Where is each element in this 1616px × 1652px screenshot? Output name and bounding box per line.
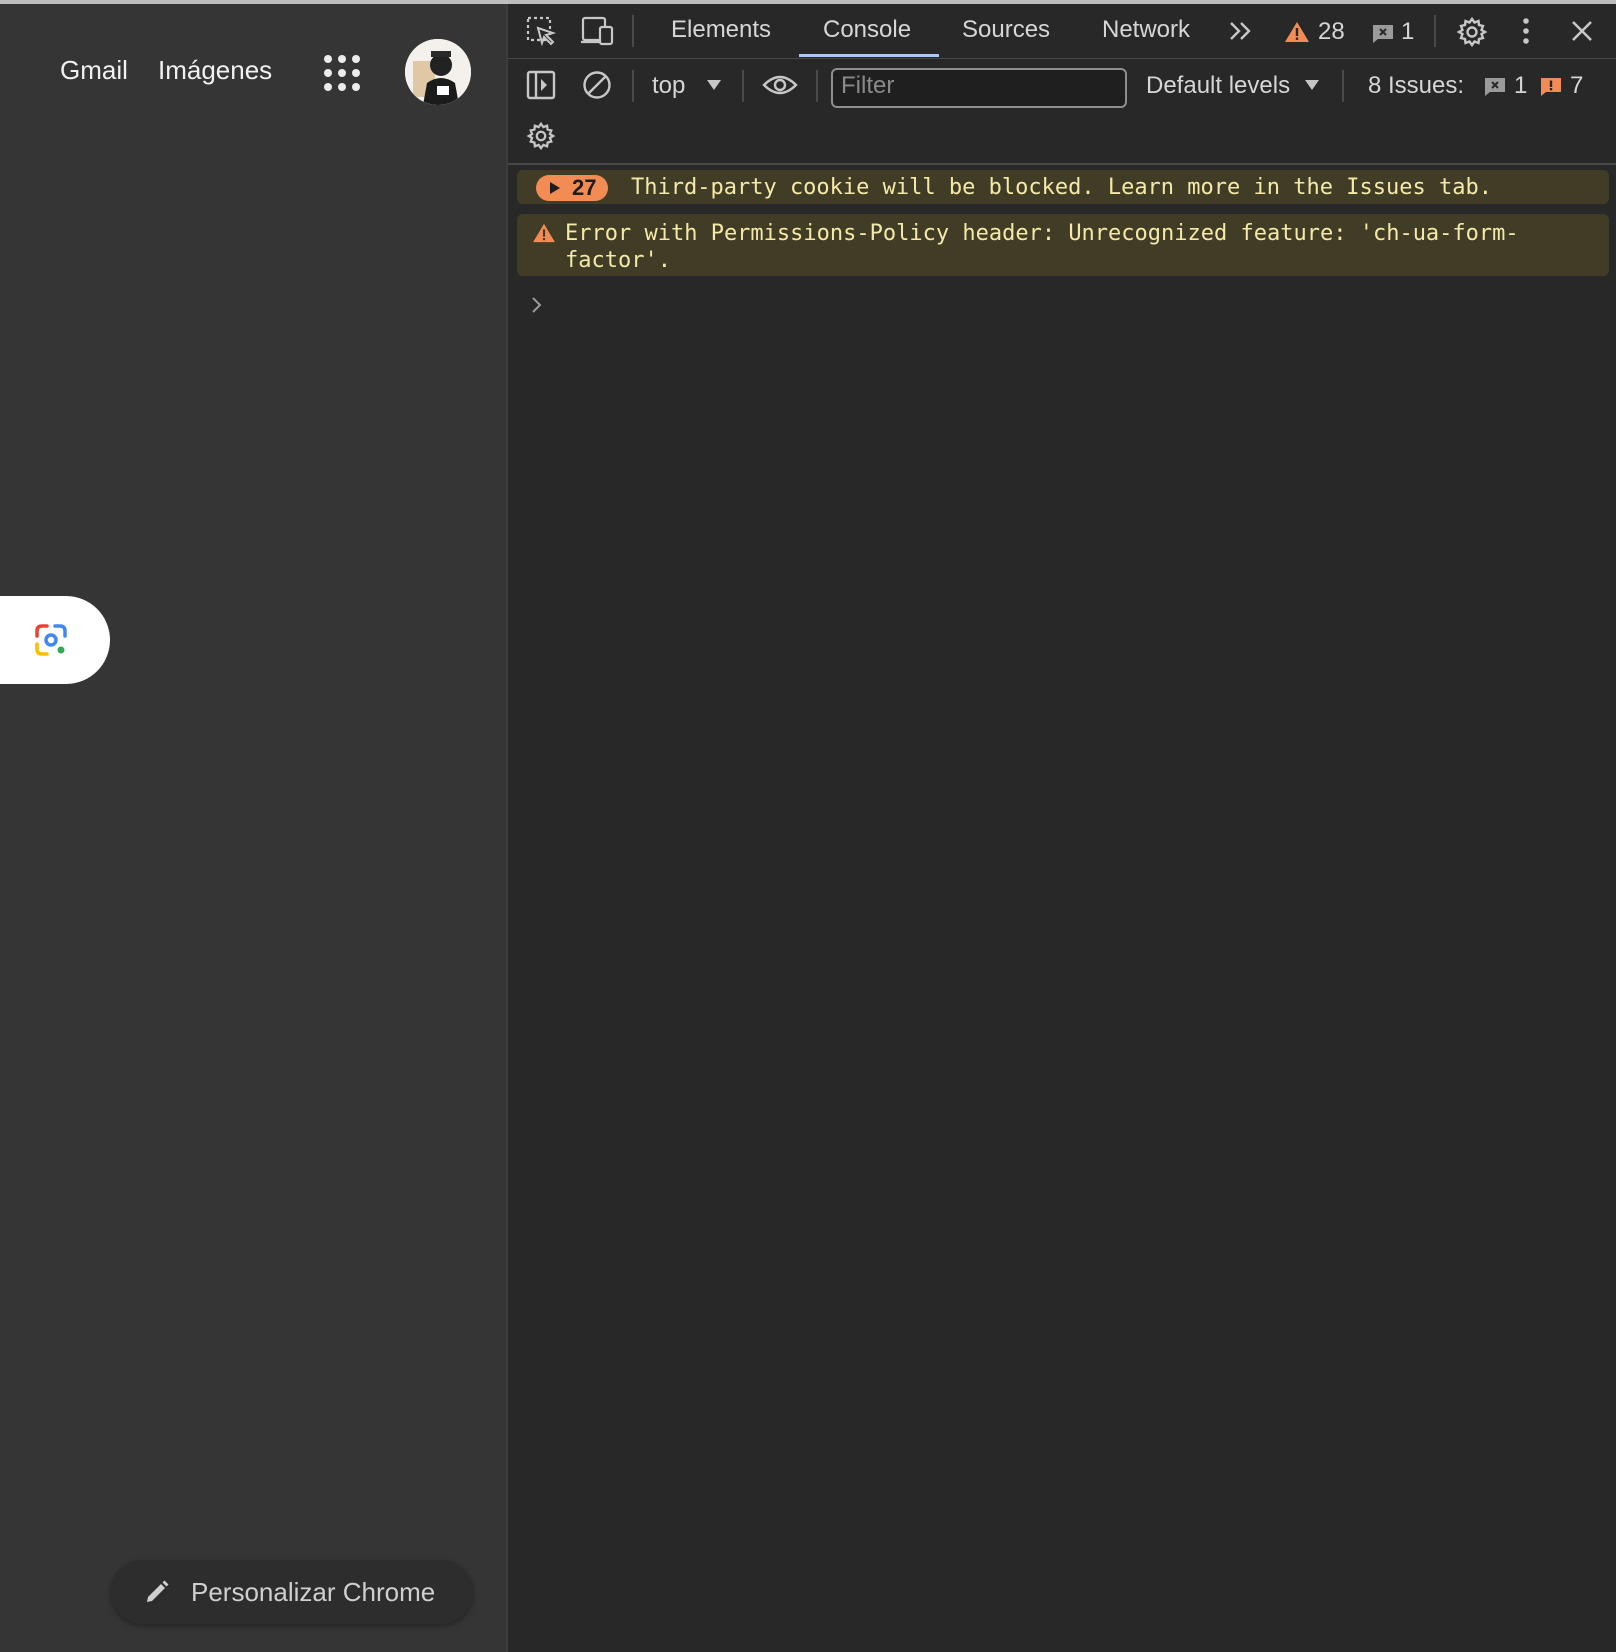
issue-warning-icon[interactable] [1540, 77, 1562, 97]
active-tab-indicator [799, 54, 939, 57]
close-icon[interactable] [1570, 19, 1594, 43]
devtools-tab-bar: Elements Console Sources Network 28 1 [508, 4, 1616, 59]
tab-console[interactable]: Console [823, 16, 911, 44]
live-expression-eye-icon[interactable] [762, 72, 798, 98]
filter-field[interactable] [831, 68, 1127, 108]
images-link[interactable]: Imágenes [158, 55, 272, 86]
new-tab-page: Gmail Imágenes Personalizar Chrome [0, 4, 506, 1652]
log-levels-dropdown[interactable]: Default levels [1146, 72, 1290, 100]
error-message-icon[interactable] [1372, 24, 1394, 44]
account-avatar[interactable] [405, 39, 471, 105]
pencil-icon [144, 1579, 170, 1605]
issue-info-icon[interactable] [1484, 77, 1506, 97]
expand-arrow-icon[interactable] [549, 182, 561, 194]
devtools-panel: Elements Console Sources Network 28 1 to… [506, 4, 1616, 1652]
google-lens-icon [33, 622, 69, 658]
separator [632, 15, 634, 47]
chevron-down-icon[interactable] [706, 79, 722, 91]
console-settings-gear-icon[interactable] [526, 121, 556, 151]
separator [1342, 70, 1344, 102]
more-options-icon[interactable] [1520, 17, 1532, 45]
issues-label[interactable]: 8 Issues: [1368, 72, 1464, 100]
separator [742, 70, 744, 102]
tab-sources[interactable]: Sources [962, 16, 1050, 44]
separator [816, 70, 818, 102]
console-message-text: Third-party cookie will be blocked. Lear… [631, 175, 1492, 200]
inspect-element-icon[interactable] [526, 16, 556, 46]
filter-input[interactable] [833, 70, 1119, 102]
console-prompt-chevron-icon[interactable] [530, 296, 544, 314]
chevron-down-icon[interactable] [1304, 79, 1320, 91]
warnings-count[interactable]: 28 [1318, 18, 1345, 46]
customize-chrome-button[interactable]: Personalizar Chrome [111, 1560, 473, 1624]
console-message-warning[interactable]: 27 Third-party cookie will be blocked. L… [517, 170, 1609, 204]
errors-count[interactable]: 1 [1401, 18, 1414, 46]
console-message-text: Error with Permissions-Policy header: Un… [565, 221, 1519, 273]
context-selector[interactable]: top [652, 72, 685, 100]
customize-chrome-label: Personalizar Chrome [191, 1577, 436, 1607]
tab-elements[interactable]: Elements [671, 16, 771, 44]
gmail-link[interactable]: Gmail [60, 55, 128, 86]
settings-gear-icon[interactable] [1456, 16, 1488, 48]
console-toolbar: top Default levels 8 Issues: 1 [508, 59, 1616, 165]
repeat-count: 27 [572, 175, 597, 200]
issues-info-count[interactable]: 1 [1514, 72, 1527, 100]
issues-warning-count[interactable]: 7 [1570, 72, 1583, 100]
tab-network[interactable]: Network [1102, 16, 1190, 44]
clear-console-icon[interactable] [582, 70, 612, 100]
more-tabs-chevron-icon[interactable] [1228, 20, 1254, 42]
warning-icon[interactable] [1284, 21, 1310, 43]
google-lens-button[interactable] [0, 596, 110, 684]
console-message-warning[interactable]: Error with Permissions-Policy header: Un… [517, 214, 1609, 276]
apps-grid-icon[interactable] [319, 50, 365, 96]
sidebar-toggle-icon[interactable] [526, 70, 556, 100]
separator [632, 70, 634, 102]
separator [1434, 15, 1436, 47]
device-toolbar-icon[interactable] [580, 16, 614, 46]
repeat-count-badge[interactable]: 27 [536, 175, 608, 201]
warning-icon [532, 223, 556, 243]
